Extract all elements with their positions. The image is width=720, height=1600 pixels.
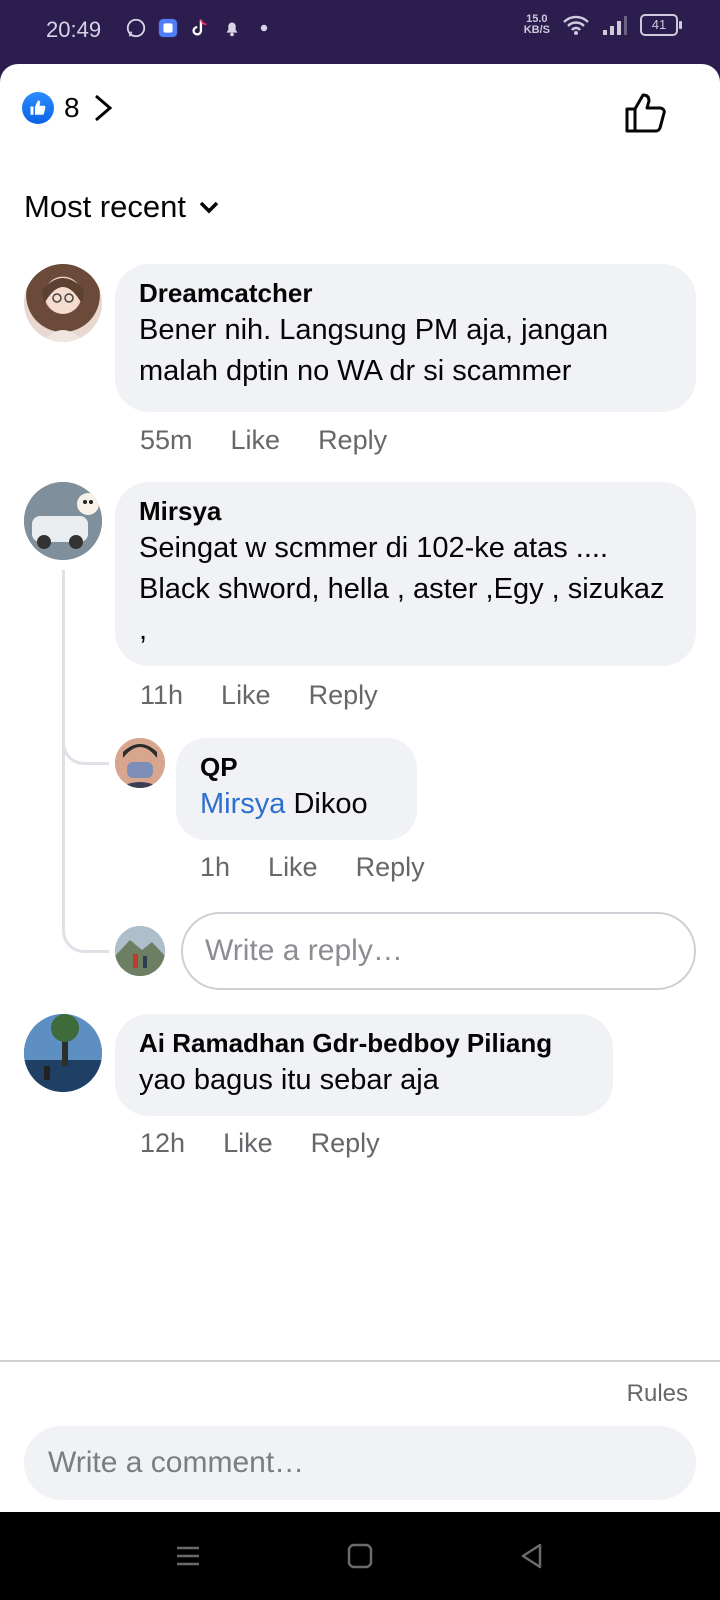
reply-bubble[interactable]: QP Mirsya Dikoo: [176, 738, 417, 840]
chevron-right-icon: [94, 94, 112, 122]
comment-time: 12h: [140, 1128, 186, 1158]
avatar[interactable]: [24, 482, 102, 560]
comment-bubble[interactable]: Ai Ramadhan Gdr-bedboy Piliang yao bagus…: [115, 1014, 613, 1116]
net-speed: 15.0 KB/S: [524, 14, 550, 36]
avatar-image: [42, 278, 84, 342]
avatar-image: [115, 926, 165, 976]
comment-input[interactable]: Write a comment…: [24, 1426, 696, 1500]
comment-time: 11h: [140, 680, 184, 710]
dot-icon: [260, 24, 268, 32]
status-system-icons: 15.0 KB/S 41: [524, 14, 682, 36]
reply-button[interactable]: Reply: [311, 1128, 380, 1159]
back-icon[interactable]: [518, 1542, 546, 1570]
comment-actions: 11h Like Reply: [140, 680, 378, 711]
notification-bell-icon: [226, 22, 238, 37]
net-speed-unit: KB/S: [523, 24, 550, 36]
sort-label: Most recent: [24, 189, 186, 224]
reply-button[interactable]: Reply: [318, 425, 387, 456]
comment-author[interactable]: Mirsya: [139, 494, 672, 528]
comment-actions: 12h Like Reply: [140, 1128, 380, 1159]
whatsapp-icon: [126, 18, 146, 38]
comment-text: Seingat w scmmer di 102-ke atas .... Bla…: [139, 532, 665, 646]
reply-text-line: Mirsya Dikoo: [200, 784, 393, 825]
thread-line: [62, 570, 65, 750]
reply-input[interactable]: Write a reply…: [181, 912, 696, 990]
avatar[interactable]: [24, 264, 102, 342]
comment-bubble[interactable]: Mirsya Seingat w scmmer di 102-ke atas .…: [115, 482, 696, 666]
avatar-image: [24, 482, 102, 560]
avatar-image: [24, 1014, 102, 1092]
reply-text: Dikoo: [293, 788, 368, 820]
menu-icon[interactable]: [174, 1542, 202, 1570]
mention-link[interactable]: Mirsya: [200, 788, 285, 820]
like-button[interactable]: Like: [268, 852, 318, 883]
system-nav-bar: [0, 1512, 720, 1600]
like-count: 8: [64, 92, 80, 123]
reply-actions: 1h Like Reply: [200, 852, 425, 883]
rules-link[interactable]: Rules: [627, 1380, 688, 1408]
divider: [0, 1360, 720, 1362]
avatar[interactable]: [24, 1014, 102, 1092]
tiktok-icon: [192, 19, 207, 36]
battery-level: 41: [651, 17, 667, 32]
sort-dropdown[interactable]: Most recent: [24, 189, 220, 225]
reply-button[interactable]: Reply: [356, 852, 425, 883]
home-icon[interactable]: [346, 1542, 374, 1570]
status-notification-icons: [125, 17, 275, 39]
reply-button[interactable]: Reply: [309, 680, 378, 711]
wifi-icon: [563, 15, 589, 35]
thread-connector: [62, 750, 109, 953]
like-button[interactable]: Like: [223, 1128, 273, 1159]
signal-icon: [603, 16, 627, 35]
avatar-image: [115, 738, 165, 788]
comment-text: yao bagus itu sebar aja: [139, 1064, 439, 1096]
comment-author[interactable]: Dreamcatcher: [139, 276, 672, 310]
app-icon: [158, 18, 178, 38]
comment-bubble[interactable]: Dreamcatcher Bener nih. Langsung PM aja,…: [115, 264, 696, 412]
chevron-down-icon: [199, 201, 219, 214]
thumbs-up-icon[interactable]: [624, 90, 670, 136]
like-button[interactable]: Like: [221, 680, 271, 711]
comment-author[interactable]: Ai Ramadhan Gdr-bedboy Piliang: [139, 1026, 589, 1060]
like-button[interactable]: Like: [231, 425, 281, 456]
reply-author[interactable]: QP: [200, 750, 393, 784]
reactions-summary[interactable]: 8: [22, 92, 116, 124]
battery-icon: 41: [640, 14, 682, 36]
status-time: 20:49: [46, 17, 102, 42]
current-user-avatar: [115, 926, 165, 976]
reply-time: 1h: [200, 852, 231, 882]
avatar[interactable]: [115, 738, 165, 788]
comment-text: Bener nih. Langsung PM aja, jangan malah…: [139, 314, 609, 387]
comment-actions: 55m Like Reply: [140, 425, 387, 456]
status-bar: 20:49 15.0 KB/S 41: [0, 0, 720, 64]
comment-time: 55m: [140, 425, 193, 455]
like-badge-icon: [22, 92, 54, 124]
